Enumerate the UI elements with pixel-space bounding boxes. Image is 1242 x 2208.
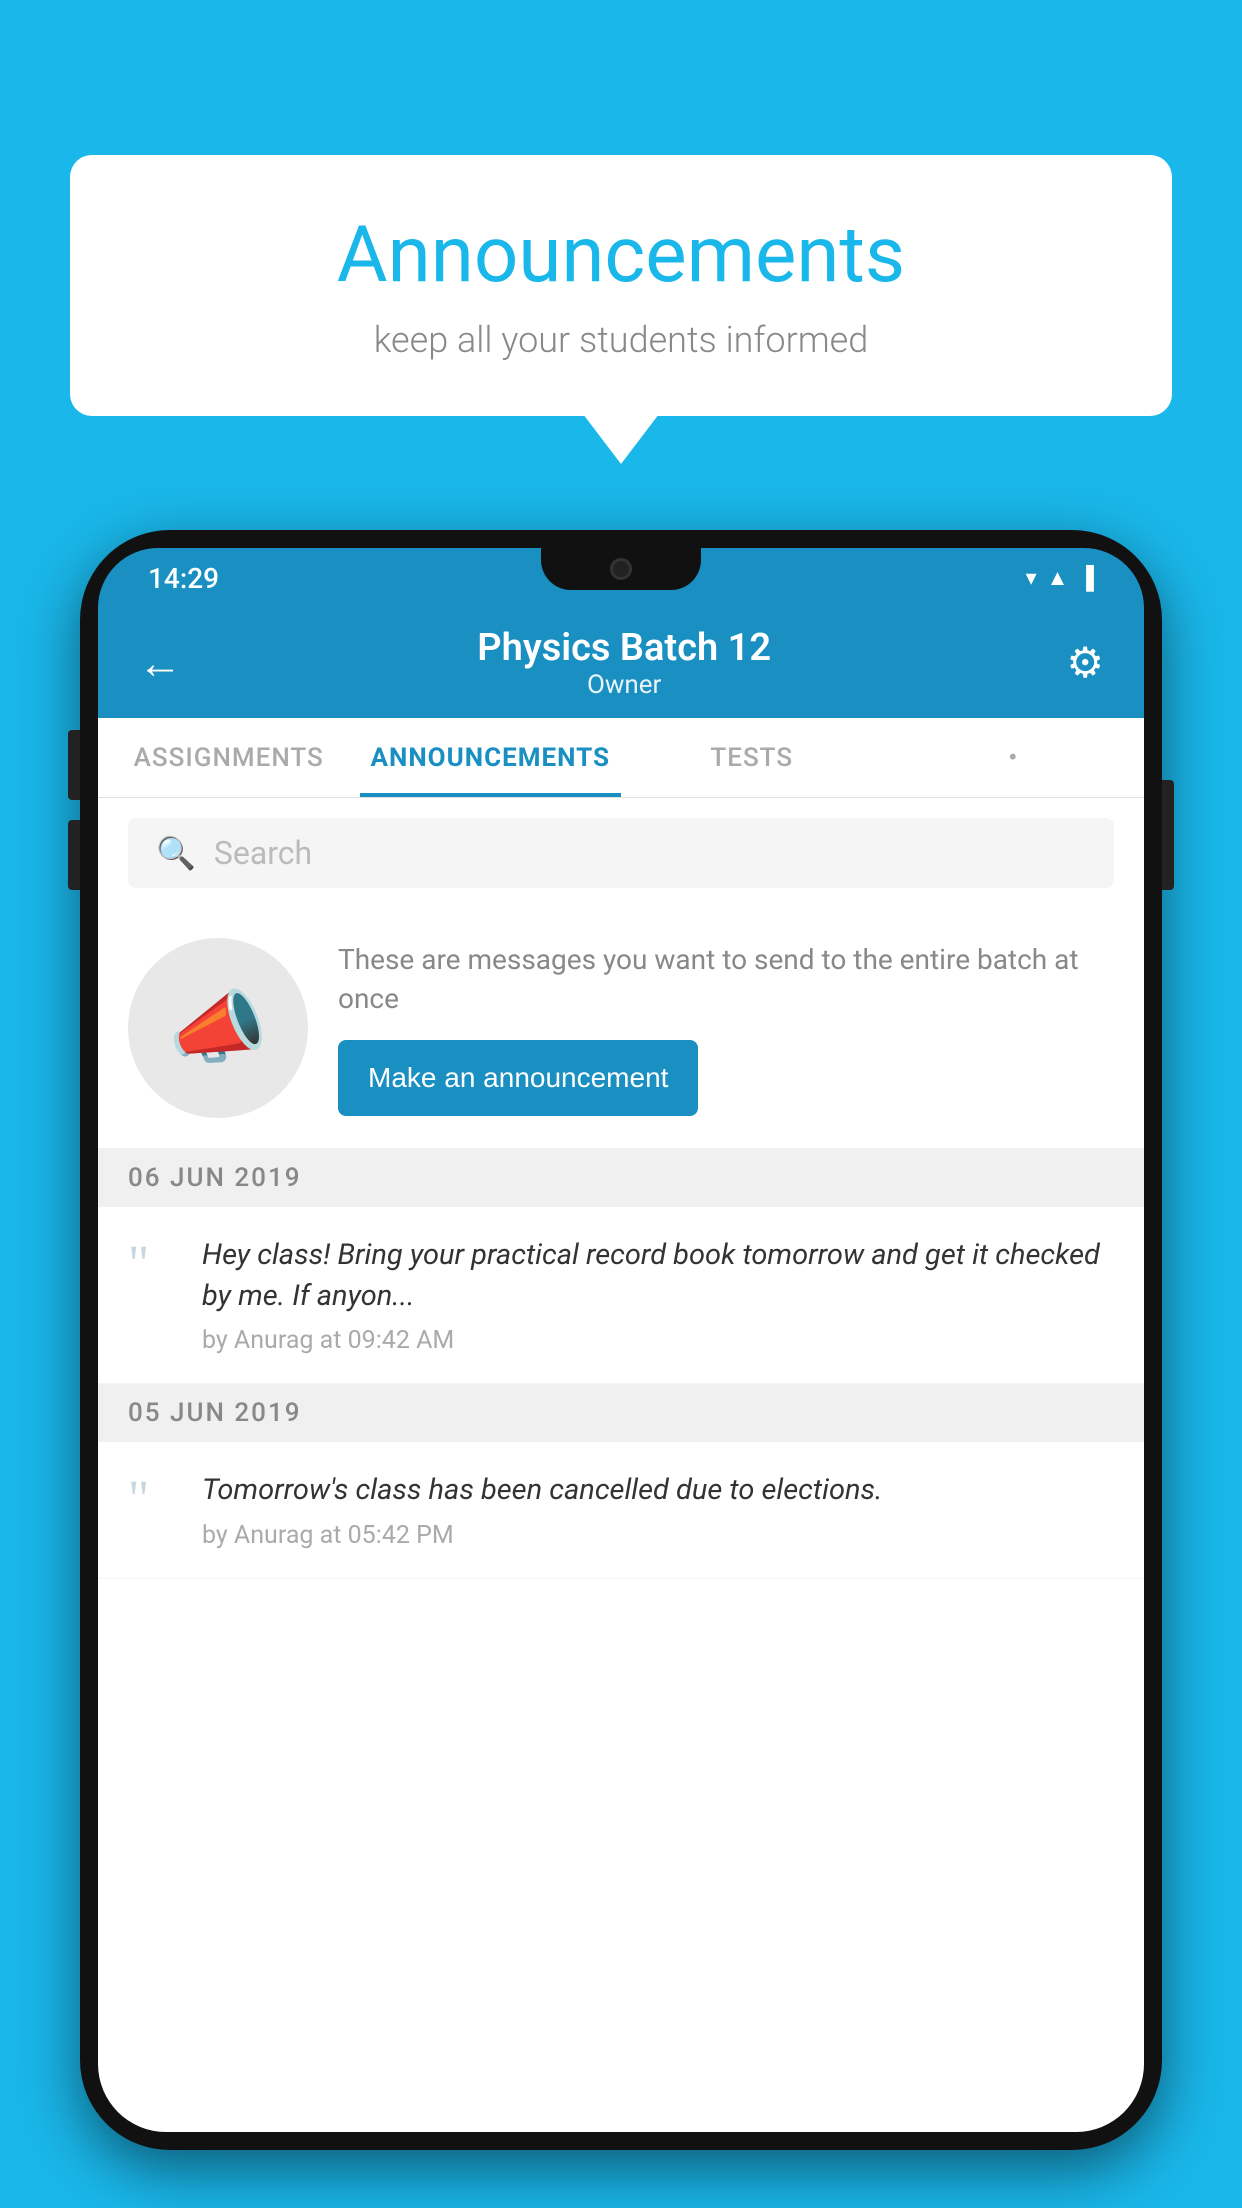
search-bar[interactable]: 🔍 Search [128, 818, 1114, 888]
volume-up-button [68, 730, 80, 800]
search-input[interactable]: Search [214, 834, 312, 872]
announcement-icon-circle: 📣 [128, 938, 308, 1118]
signal-icon: ▲ [1047, 565, 1069, 591]
megaphone-icon: 📣 [168, 981, 268, 1075]
announcement-right: These are messages you want to send to t… [338, 940, 1114, 1116]
phone-camera [610, 558, 632, 580]
announcement-meta-1: by Anurag at 09:42 AM [202, 1326, 1114, 1355]
phone-notch [541, 548, 701, 590]
search-icon: 🔍 [156, 834, 196, 872]
announcement-prompt: 📣 These are messages you want to send to… [98, 908, 1144, 1149]
date-separator-1: 06 JUN 2019 [98, 1149, 1144, 1207]
phone-wrapper: 14:29 ▾ ▲ ▐ ← Physics Batch 12 Owner ⚙ A… [80, 530, 1162, 2208]
back-button[interactable]: ← [138, 637, 182, 689]
header-center: Physics Batch 12 Owner [477, 626, 771, 700]
announcement-text-1: Hey class! Bring your practical record b… [202, 1235, 1114, 1355]
speech-bubble-container: Announcements keep all your students inf… [70, 155, 1172, 416]
speech-bubble: Announcements keep all your students inf… [70, 155, 1172, 416]
announcement-message-1: Hey class! Bring your practical record b… [202, 1235, 1114, 1316]
tab-assignments[interactable]: ASSIGNMENTS [98, 718, 360, 797]
power-button [1162, 780, 1174, 890]
phone-outer: 14:29 ▾ ▲ ▐ ← Physics Batch 12 Owner ⚙ A… [80, 530, 1162, 2150]
tab-announcements[interactable]: ANNOUNCEMENTS [360, 718, 622, 797]
header-subtitle: Owner [477, 670, 771, 700]
status-time: 14:29 [148, 562, 219, 595]
volume-down-button [68, 820, 80, 890]
tabs-bar: ASSIGNMENTS ANNOUNCEMENTS TESTS • [98, 718, 1144, 798]
quote-icon-1: " [128, 1239, 178, 1291]
status-icons: ▾ ▲ ▐ [1026, 565, 1094, 591]
app-header: ← Physics Batch 12 Owner ⚙ [98, 608, 1144, 718]
phone-content: 🔍 Search 📣 These are messages you want t… [98, 798, 1144, 2132]
speech-bubble-subtitle: keep all your students informed [130, 319, 1112, 361]
announcement-meta-2: by Anurag at 05:42 PM [202, 1521, 1114, 1550]
wifi-icon: ▾ [1026, 566, 1037, 591]
announcement-message-2: Tomorrow's class has been cancelled due … [202, 1470, 1114, 1511]
settings-button[interactable]: ⚙ [1066, 638, 1104, 688]
date-separator-2: 05 JUN 2019 [98, 1384, 1144, 1442]
announcement-item-1: " Hey class! Bring your practical record… [98, 1207, 1144, 1384]
header-title: Physics Batch 12 [477, 626, 771, 670]
quote-icon-2: " [128, 1474, 178, 1526]
tab-more[interactable]: • [883, 718, 1145, 797]
battery-icon: ▐ [1078, 565, 1094, 591]
tab-tests[interactable]: TESTS [621, 718, 883, 797]
announcement-description: These are messages you want to send to t… [338, 940, 1114, 1018]
speech-bubble-title: Announcements [130, 210, 1112, 301]
status-bar: 14:29 ▾ ▲ ▐ [98, 548, 1144, 608]
announcement-item-2: " Tomorrow's class has been cancelled du… [98, 1442, 1144, 1579]
search-container: 🔍 Search [98, 798, 1144, 908]
make-announcement-button[interactable]: Make an announcement [338, 1040, 698, 1116]
announcement-text-2: Tomorrow's class has been cancelled due … [202, 1470, 1114, 1550]
